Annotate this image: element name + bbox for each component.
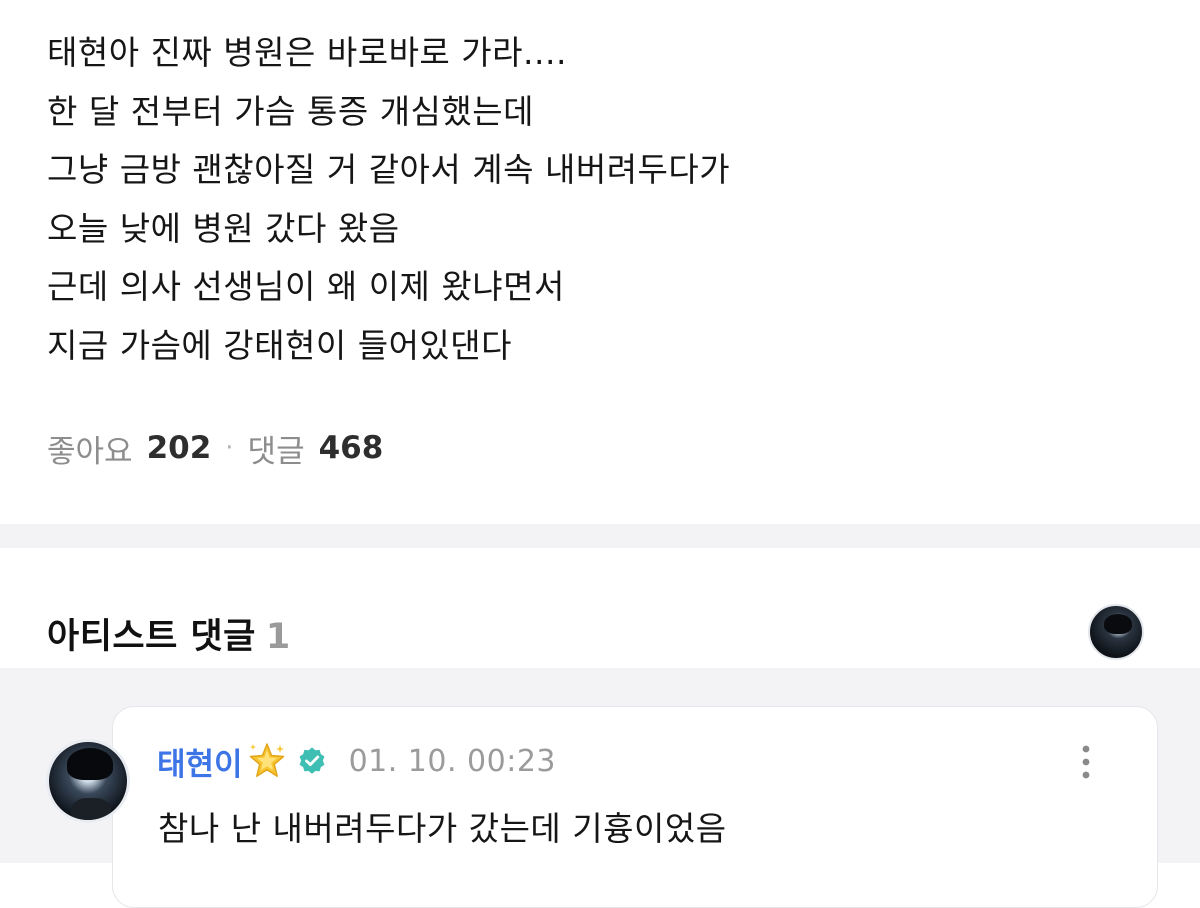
post-line: 그냥 금방 괜찮아질 거 같아서 계속 내버려두다가 bbox=[47, 150, 731, 189]
artist-comments-count: 1 bbox=[265, 617, 291, 657]
likes-count[interactable]: 202 bbox=[147, 430, 212, 466]
artist-comments-title: 아티스트 댓글 1 bbox=[47, 608, 291, 659]
comments-count[interactable]: 468 bbox=[319, 430, 384, 466]
comment-text: 참나 난 내버려두다가 갔는데 기흉이었음 bbox=[158, 809, 727, 848]
post-stats: 좋아요 202 · 댓글 468 bbox=[47, 422, 383, 474]
comments-label[interactable]: 댓글 bbox=[248, 426, 305, 471]
comment-author[interactable]: 태현이 bbox=[157, 739, 243, 784]
comment-header: 태현이 01. 10. 00:23 bbox=[157, 738, 556, 784]
post-line: 오늘 낮에 병원 갔다 왔음 bbox=[47, 208, 400, 248]
artist-comments-header: 아티스트 댓글 1 bbox=[0, 548, 1200, 668]
comment-timestamp: 01. 10. 00:23 bbox=[348, 743, 557, 779]
verified-check-icon bbox=[297, 746, 327, 776]
post-line: 지금 가슴에 강태현이 들어있댄다 bbox=[47, 325, 513, 365]
post-line: 한 달 전부터 가슴 통증 개심했는데 bbox=[47, 91, 534, 131]
stats-separator: · bbox=[225, 433, 234, 463]
post-line: 태현아 진짜 병원은 바로바로 가라.... bbox=[47, 33, 567, 72]
sparkle-star-icon bbox=[247, 741, 287, 781]
artist-comments-title-text: 아티스트 댓글 bbox=[47, 617, 256, 657]
comment-avatar[interactable] bbox=[46, 739, 130, 823]
likes-label[interactable]: 좋아요 bbox=[47, 426, 133, 471]
more-options-icon[interactable] bbox=[1078, 742, 1094, 782]
post-body: 태현아 진짜 병원은 바로바로 가라.... 한 달 전부터 가슴 통증 개심했… bbox=[47, 24, 1147, 375]
post-line: 근데 의사 선생님이 왜 이제 왔냐면서 bbox=[47, 267, 565, 306]
artist-avatar[interactable] bbox=[1088, 604, 1144, 660]
section-divider bbox=[0, 524, 1200, 548]
